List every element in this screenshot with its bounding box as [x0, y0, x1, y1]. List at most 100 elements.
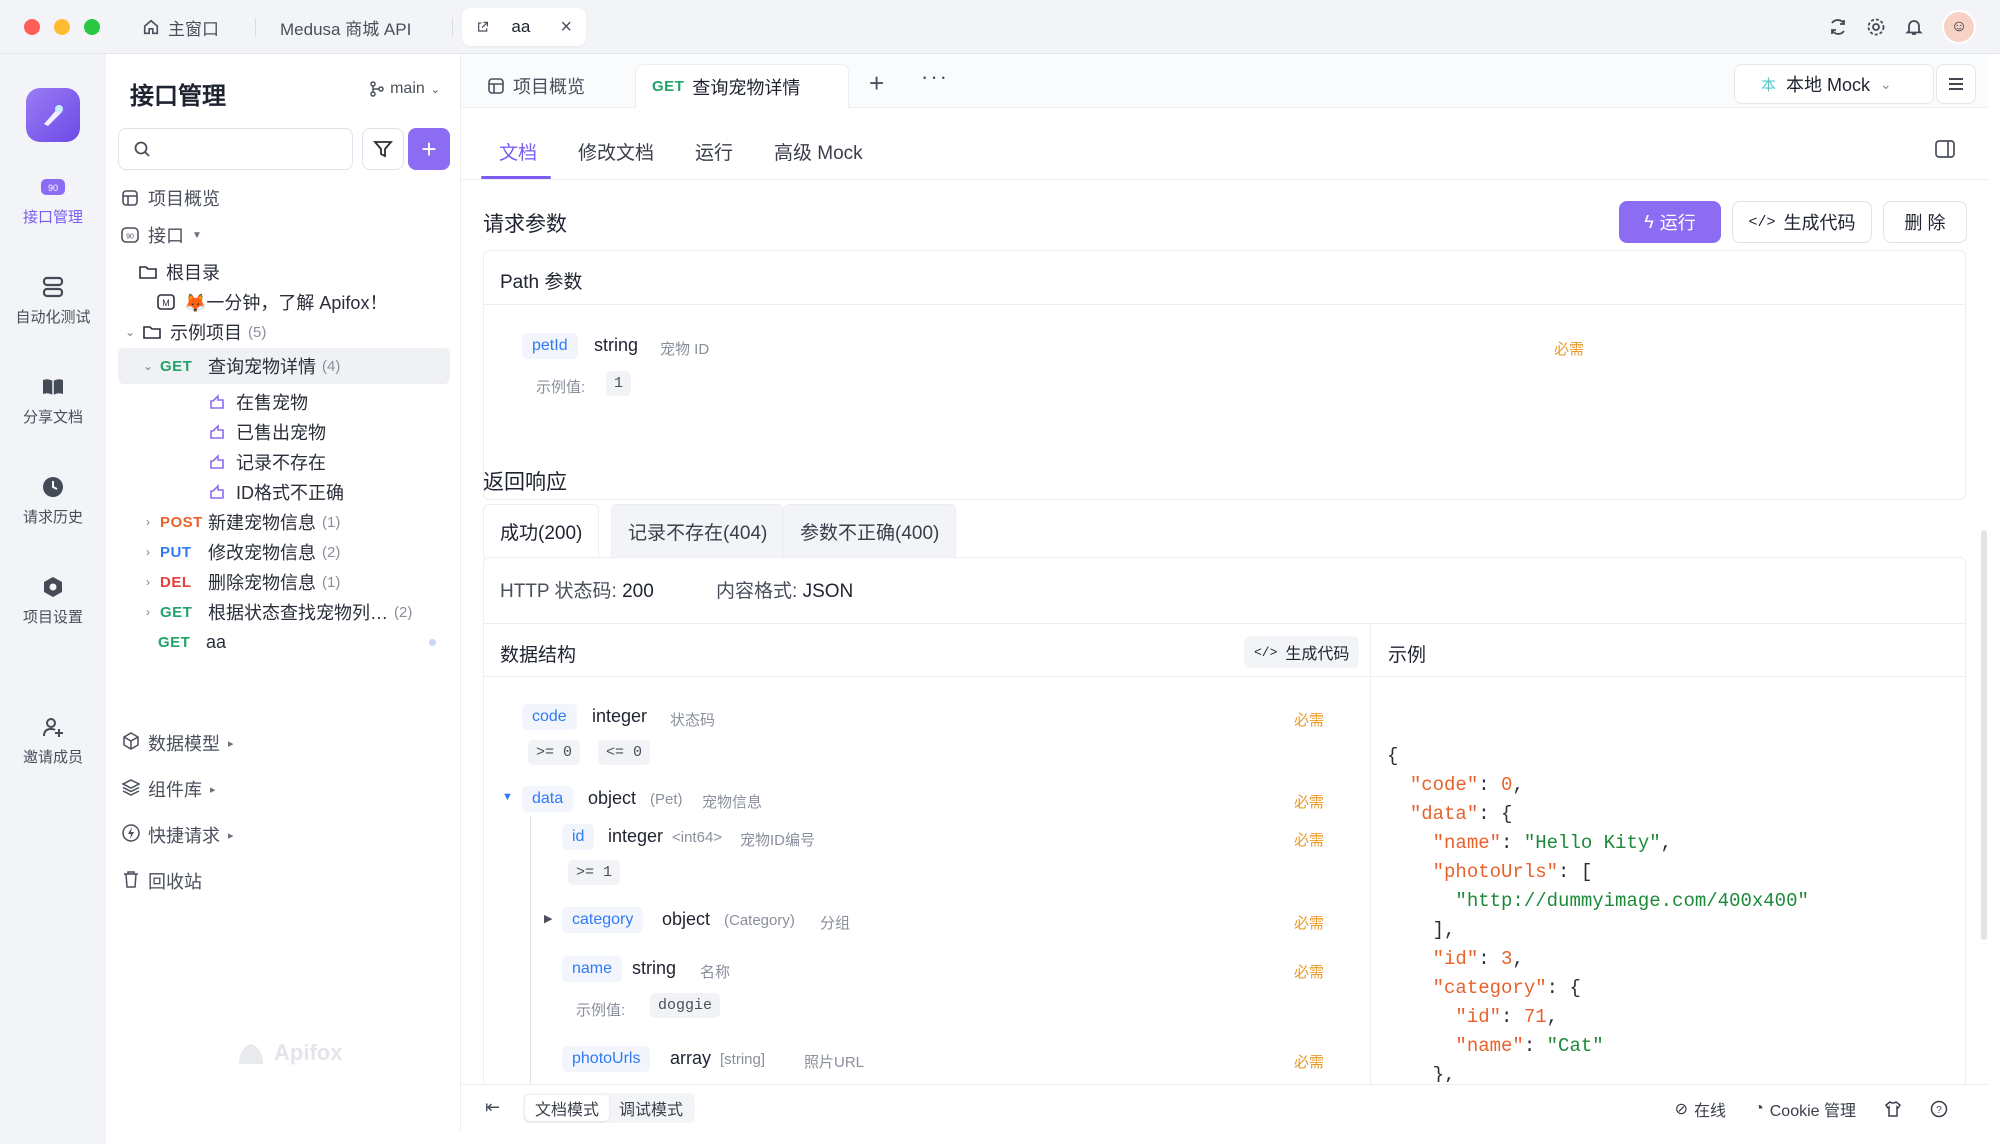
menu-button[interactable]	[1936, 64, 1976, 104]
api-sidebar: 接口管理 main ⌄ + 项目概览 90 接口 ▼ 根目录 M 🦊一分钟，了解…	[106, 54, 461, 1130]
apifox-logo	[26, 88, 80, 142]
filter-icon	[373, 141, 393, 158]
online-status[interactable]: ⊘ 在线	[1675, 1097, 1726, 1121]
watermark-text: Apifox	[274, 1040, 343, 1065]
subtab-mock[interactable]: 高级 Mock	[774, 138, 863, 165]
caret-down-icon[interactable]: ▼	[502, 791, 513, 803]
tree-item-label: ID格式不正确	[236, 483, 344, 503]
case-icon	[208, 452, 228, 472]
sidebar-link-models[interactable]: 数据模型 ▸	[122, 730, 234, 756]
subtab-doc[interactable]: 文档	[499, 138, 537, 165]
subtab-edit[interactable]: 修改文档	[578, 138, 654, 165]
avatar[interactable]: ☺	[1942, 10, 1976, 44]
rail-item-history[interactable]: 请求历史	[0, 474, 106, 527]
mode-doc[interactable]: 文档模式	[525, 1095, 610, 1121]
tree-folder-example[interactable]: ⌄ 示例项目 (5)	[118, 314, 450, 350]
add-button[interactable]: +	[408, 128, 450, 170]
field-type: integer	[608, 826, 664, 846]
field-type: array	[670, 1048, 712, 1068]
rail-item-settings[interactable]: 项目设置	[0, 574, 106, 627]
main-panel: 项目概览 GET 查询宠物详情 + ··· 本 本地 Mock ⌄ 文档 修改文…	[461, 54, 1988, 1130]
schema-generate-code-button[interactable]: </> 生成代码	[1244, 636, 1360, 668]
tree-item-label: 根据状态查找宠物列…	[208, 603, 388, 623]
http-status-value: 200	[622, 581, 654, 602]
delete-button[interactable]: 删 除	[1883, 201, 1967, 243]
window-tab-label: aa	[511, 17, 531, 36]
overview-icon	[120, 188, 140, 208]
rail-item-share[interactable]: 分享文档	[0, 374, 106, 427]
tree-endpoint-aa[interactable]: GET aa	[118, 624, 450, 660]
method-badge: POST	[160, 513, 203, 531]
example-label: 示例值:	[536, 379, 586, 396]
maximize-window-button[interactable]	[84, 19, 100, 35]
tab-project-overview[interactable]: 项目概览	[471, 64, 601, 108]
response-tab-404[interactable]: 记录不存在(404)	[611, 504, 785, 558]
environment-select[interactable]: 本 本地 Mock ⌄	[1734, 64, 1934, 104]
caret-down-icon: ▼	[192, 229, 202, 241]
minimize-window-button[interactable]	[54, 19, 70, 35]
shirt-icon[interactable]	[1884, 1100, 1902, 1118]
filter-button[interactable]	[362, 128, 404, 170]
search-input[interactable]	[161, 140, 341, 158]
close-tab-icon[interactable]: ×	[560, 16, 572, 39]
bottom-actions: ⊘ 在线 ◔ Cookie 管理 ?	[1675, 1097, 1948, 1121]
svg-text:90: 90	[126, 234, 134, 241]
response-tab-400[interactable]: 参数不正确(400)	[783, 504, 957, 558]
card-header: Path 参数	[484, 251, 1965, 305]
more-icon[interactable]: ···	[921, 64, 949, 90]
refresh-icon[interactable]	[1828, 17, 1848, 37]
rail-item-invite[interactable]: 邀请成员	[0, 714, 106, 767]
caret-right-icon[interactable]: ▶	[544, 912, 552, 925]
close-window-button[interactable]	[24, 19, 40, 35]
trash-icon	[122, 870, 140, 893]
sidebar-link-label: 快捷请求	[148, 826, 220, 846]
tab-endpoint[interactable]: GET 查询宠物详情	[635, 64, 849, 108]
sidebar-search[interactable]	[118, 128, 353, 170]
field-ref: [string]	[720, 1051, 766, 1068]
mode-switch: 文档模式 调试模式	[523, 1093, 696, 1123]
divider	[1370, 623, 1371, 1088]
rail-item-api[interactable]: 90 接口管理	[0, 174, 106, 227]
sidebar-item-interfaces[interactable]: 90 接口 ▼	[118, 217, 450, 253]
rail-item-test[interactable]: 自动化测试	[0, 274, 106, 327]
settings-gear-icon[interactable]	[1866, 17, 1886, 37]
response-tab-200[interactable]: 成功(200)	[483, 504, 600, 558]
sidebar-link-components[interactable]: 组件库 ▸	[121, 776, 216, 802]
bell-icon[interactable]	[1904, 17, 1924, 37]
field-type: object	[662, 909, 711, 929]
method-badge: GET	[160, 357, 193, 375]
subtab-run[interactable]: 运行	[695, 138, 733, 165]
run-button-label: 运行	[1659, 213, 1696, 233]
window-tab-home[interactable]: 主窗口	[128, 8, 233, 46]
lightning-icon: ϟ	[1644, 211, 1654, 232]
tree-item-label: 在售宠物	[236, 393, 308, 413]
user-plus-icon	[40, 714, 66, 740]
tree-item-label: 示例项目	[170, 323, 242, 343]
add-tab-icon[interactable]: +	[869, 68, 884, 99]
window-tab-aa[interactable]: aa ×	[462, 8, 586, 46]
env-label: 本地 Mock	[1786, 75, 1871, 95]
overview-icon	[488, 78, 504, 94]
panel-toggle-icon[interactable]	[1934, 138, 1958, 162]
folder-icon	[138, 262, 158, 282]
tree-endpoint-selected[interactable]: ⌄ GET 查询宠物详情 (4)	[118, 348, 450, 384]
required-badge: 必需	[1294, 712, 1325, 729]
help-icon[interactable]: ?	[1930, 1100, 1948, 1118]
sidebar-link-trash[interactable]: 回收站	[122, 868, 202, 894]
chevron-down-icon: ⌄	[430, 83, 440, 96]
scrollbar[interactable]	[1981, 530, 1987, 940]
cookie-manager[interactable]: ◔ Cookie 管理	[1754, 1097, 1856, 1121]
collapse-sidebar-icon[interactable]: ⇤	[485, 1097, 500, 1118]
example-title: 示例	[1388, 645, 1427, 666]
run-button[interactable]: ϟ 运行	[1619, 201, 1721, 243]
sidebar-link-quick-request[interactable]: 快捷请求 ▸	[122, 822, 234, 848]
generate-code-button[interactable]: </> 生成代码	[1732, 201, 1872, 243]
tree-item-label: 修改宠物信息	[208, 543, 316, 563]
mode-debug[interactable]: 调试模式	[609, 1095, 693, 1121]
branch-select[interactable]: main ⌄	[370, 80, 440, 98]
window-tab-project[interactable]: Medusa 商城 API	[266, 8, 425, 46]
delete-button-label: 删 除	[1904, 213, 1946, 233]
tree-item-count: (1)	[322, 513, 341, 531]
sidebar-item-overview[interactable]: 项目概览	[118, 180, 450, 216]
tab-label: 项目概览	[513, 77, 585, 97]
